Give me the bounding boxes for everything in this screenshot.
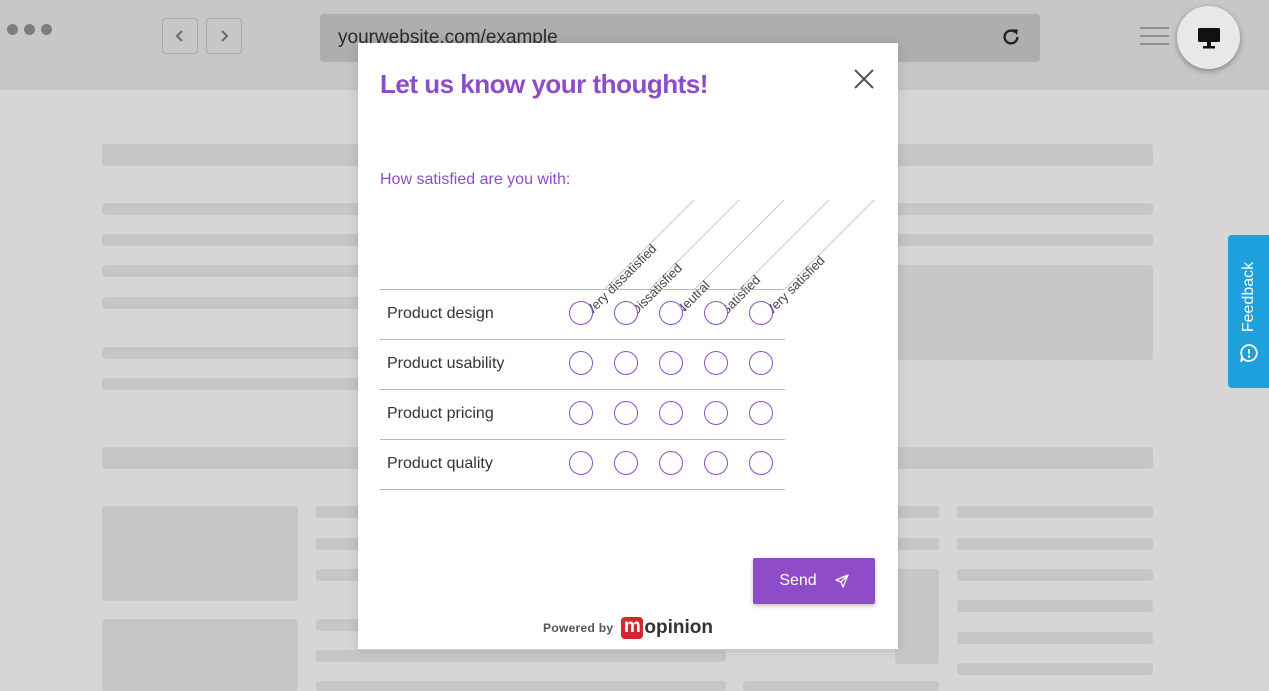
- rating-radio[interactable]: [659, 401, 683, 425]
- logo-text: opinion: [644, 617, 713, 638]
- rating-radio[interactable]: [569, 351, 593, 375]
- matrix-row: Product pricing: [380, 389, 785, 439]
- row-label: Product quality: [387, 455, 493, 472]
- rating-radio[interactable]: [704, 451, 728, 475]
- send-label: Send: [779, 572, 817, 589]
- matrix-row: Product quality: [380, 439, 785, 489]
- chevron-left-icon: [175, 30, 183, 42]
- row-label: Product usability: [387, 355, 505, 372]
- device-toggle-button[interactable]: [1177, 6, 1240, 69]
- powered-by: Powered by m opinion: [358, 617, 898, 639]
- row-label: Product design: [387, 305, 494, 322]
- feedback-tab[interactable]: Feedback: [1228, 235, 1269, 388]
- rating-radio[interactable]: [749, 451, 773, 475]
- matrix-bottom-border: [380, 489, 785, 490]
- matrix-row: Product usability: [380, 339, 785, 389]
- hamburger-icon[interactable]: [1140, 27, 1169, 47]
- rating-radio[interactable]: [749, 301, 773, 325]
- modal-title: Let us know your thoughts!: [380, 69, 708, 99]
- back-button[interactable]: [162, 18, 198, 54]
- window-dot: [24, 24, 35, 35]
- row-label: Product pricing: [387, 405, 494, 422]
- paper-plane-icon: [835, 574, 849, 588]
- feedback-tab-label: Feedback: [1239, 261, 1257, 333]
- reload-icon[interactable]: [1000, 26, 1022, 48]
- close-icon[interactable]: [852, 67, 876, 91]
- powered-by-text: Powered by: [543, 621, 614, 635]
- forward-button[interactable]: [206, 18, 242, 54]
- rating-radio[interactable]: [704, 401, 728, 425]
- rating-radio[interactable]: [614, 301, 638, 325]
- rating-radio[interactable]: [749, 401, 773, 425]
- rating-radio[interactable]: [569, 451, 593, 475]
- window-dot: [41, 24, 52, 35]
- rating-radio[interactable]: [749, 351, 773, 375]
- rating-radio[interactable]: [569, 401, 593, 425]
- rating-radio[interactable]: [704, 351, 728, 375]
- rating-radio[interactable]: [569, 301, 593, 325]
- desktop-icon: [1197, 27, 1220, 48]
- window-dot: [7, 24, 18, 35]
- rating-radio[interactable]: [704, 301, 728, 325]
- rating-radio[interactable]: [614, 401, 638, 425]
- rating-radio[interactable]: [659, 351, 683, 375]
- rating-matrix: Very dissatisfied Dissatisfied Neutral S…: [380, 193, 880, 493]
- question-text: How satisfied are you with:: [380, 171, 571, 188]
- feedback-modal: Let us know your thoughts! How satisfied…: [358, 43, 898, 649]
- rating-radio[interactable]: [659, 301, 683, 325]
- send-button[interactable]: Send: [753, 558, 875, 604]
- rating-radio[interactable]: [614, 351, 638, 375]
- rating-radio[interactable]: [659, 451, 683, 475]
- mopinion-logo[interactable]: m opinion: [621, 617, 713, 639]
- rating-radio[interactable]: [614, 451, 638, 475]
- chevron-right-icon: [221, 30, 229, 42]
- speech-bubble-icon: [1240, 344, 1258, 362]
- matrix-row: Product design: [380, 289, 785, 339]
- logo-m: m: [621, 617, 644, 639]
